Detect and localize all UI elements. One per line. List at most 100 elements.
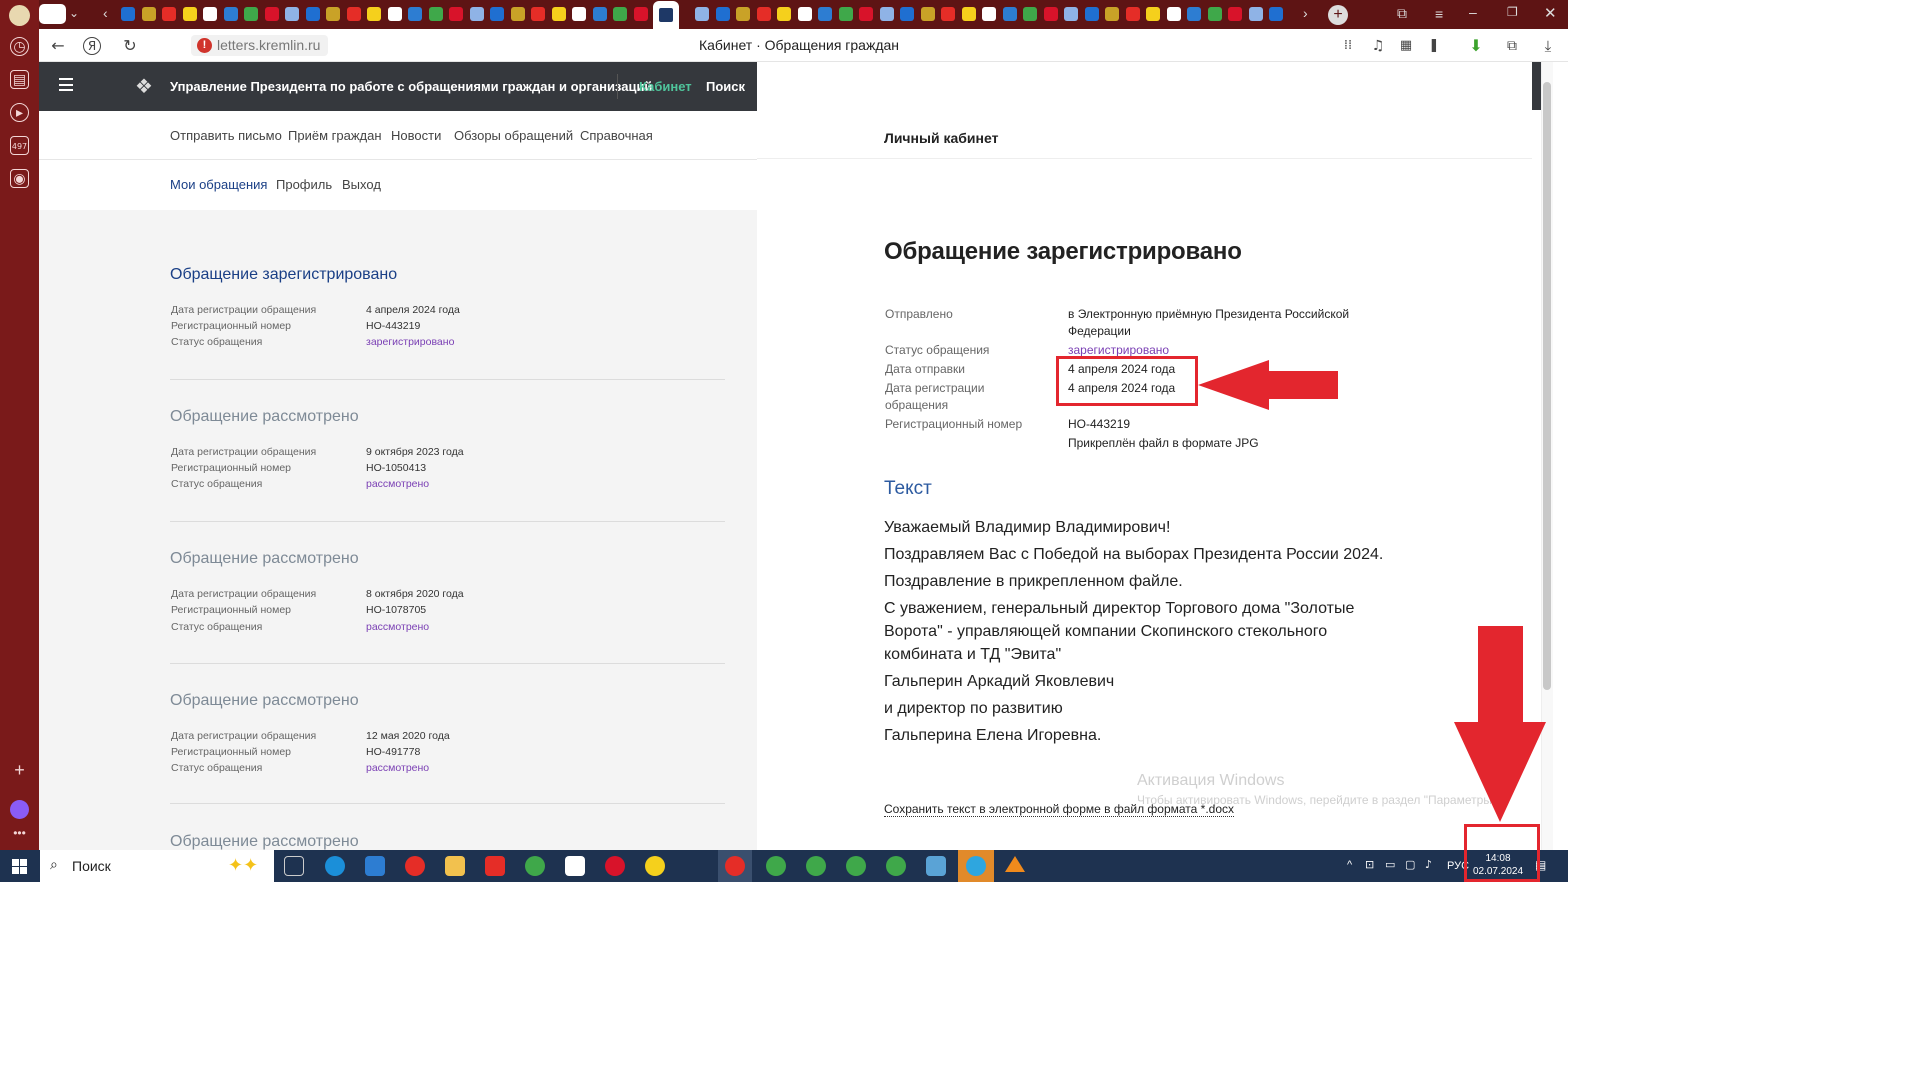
tab-favicon-icon[interactable] bbox=[715, 7, 730, 21]
subnav-profile[interactable]: Профиль bbox=[276, 160, 332, 210]
tab-favicon-icon[interactable] bbox=[387, 7, 402, 21]
reload-icon[interactable]: ↻ bbox=[119, 35, 141, 57]
nav-search[interactable]: Поиск bbox=[706, 62, 745, 111]
menu-icon[interactable]: ≡ bbox=[1435, 6, 1443, 22]
more-icon[interactable]: ••• bbox=[10, 826, 29, 840]
attachment-note[interactable]: Прикреплён файл в формате JPG bbox=[1068, 435, 1259, 452]
chevron-down-icon[interactable]: ⌄ bbox=[69, 6, 79, 20]
appeal-item[interactable]: Обращение рассмотрено Дата регистрации о… bbox=[170, 549, 725, 664]
collections-icon[interactable]: ▤ bbox=[10, 70, 29, 89]
tab-favicon-icon[interactable] bbox=[1002, 7, 1017, 21]
restore-icon[interactable]: ❐ bbox=[1507, 5, 1518, 19]
tab-favicon-icon[interactable] bbox=[223, 7, 238, 21]
new-tab-button[interactable]: + bbox=[1328, 5, 1348, 25]
tab-favicon-icon[interactable] bbox=[736, 7, 750, 21]
tab-favicon-icon[interactable] bbox=[756, 7, 771, 21]
tab-favicon-icon[interactable] bbox=[182, 7, 197, 21]
appeal-item[interactable]: Обращение рассмотрено Дата регистрации о… bbox=[170, 407, 725, 522]
tab-favicon-icon[interactable] bbox=[1187, 7, 1201, 21]
tab-favicon-icon[interactable] bbox=[264, 7, 279, 21]
tab-favicon-icon[interactable] bbox=[572, 7, 586, 21]
screenshot-icon[interactable]: ◉ bbox=[10, 169, 29, 188]
downloads-icon[interactable]: ⤓ bbox=[1537, 35, 1559, 57]
yandex-browser-icon[interactable] bbox=[405, 856, 425, 876]
taskbar-search[interactable]: ⌕ Поиск ✦✦ bbox=[40, 850, 274, 882]
tab-favicon-icon[interactable] bbox=[900, 7, 914, 21]
scrollbar-thumb[interactable] bbox=[1543, 82, 1551, 690]
tab-favicon-icon[interactable] bbox=[1105, 7, 1119, 21]
subnav-send-letter[interactable]: Отправить письмо bbox=[170, 111, 282, 160]
active-taskbar-app[interactable] bbox=[958, 850, 994, 882]
tab-favicon-icon[interactable] bbox=[510, 7, 525, 21]
tab-favicon-icon[interactable] bbox=[1248, 7, 1263, 21]
tab-favicon-icon[interactable] bbox=[1125, 7, 1140, 21]
subnav-logout[interactable]: Выход bbox=[342, 160, 381, 210]
app-window-icon[interactable] bbox=[926, 856, 946, 876]
tab-favicon-icon[interactable] bbox=[367, 7, 381, 21]
tab-favicon-icon[interactable] bbox=[244, 7, 258, 21]
tab-favicon-icon[interactable] bbox=[1269, 7, 1283, 21]
site-name[interactable]: Управление Президента по работе с обраще… bbox=[170, 62, 652, 111]
tab-favicon-icon[interactable] bbox=[695, 7, 709, 21]
tab-favicon-icon[interactable] bbox=[777, 7, 791, 21]
tab-favicon-icon[interactable] bbox=[633, 7, 648, 21]
tab-favicon-icon[interactable] bbox=[961, 7, 976, 21]
tab-favicon-icon[interactable] bbox=[305, 7, 320, 21]
tab-manager-icon[interactable]: ⧉ bbox=[1397, 6, 1407, 22]
tab-favicon-icon[interactable] bbox=[592, 7, 607, 21]
yandex-icon[interactable] bbox=[485, 856, 505, 876]
profile-avatar[interactable] bbox=[9, 5, 30, 26]
subnav-my-appeals[interactable]: Мои обращения bbox=[170, 160, 267, 210]
store-icon[interactable] bbox=[365, 856, 385, 876]
back-icon[interactable]: ← bbox=[47, 35, 69, 57]
bookmarks-list-icon[interactable]: ▦ bbox=[1395, 35, 1417, 57]
appeal-item[interactable]: Обращение зарегистрировано Дата регистра… bbox=[170, 265, 725, 380]
tab-favicon-icon[interactable] bbox=[879, 7, 894, 21]
appeal-item[interactable]: Обращение рассмотрено Дата регистрации о… bbox=[170, 691, 725, 804]
tab-favicon-icon[interactable] bbox=[428, 7, 443, 21]
active-tab[interactable] bbox=[653, 1, 679, 29]
tab-favicon-icon[interactable] bbox=[203, 7, 217, 21]
history-icon[interactable]: ◷ bbox=[10, 37, 29, 56]
coat-of-arms-icon[interactable]: ❖ bbox=[131, 73, 157, 99]
chrome-icon[interactable] bbox=[525, 856, 545, 876]
alice-assistant-icon[interactable] bbox=[10, 800, 29, 819]
tab-favicon-icon[interactable] bbox=[982, 7, 996, 21]
close-icon[interactable]: ✕ bbox=[1544, 4, 1557, 22]
vlc-icon[interactable] bbox=[1005, 856, 1025, 872]
network-icon[interactable]: ⊡ bbox=[1365, 858, 1374, 871]
minimize-icon[interactable]: – bbox=[1469, 4, 1477, 20]
bookmark-icon[interactable]: ❚ bbox=[1423, 35, 1445, 57]
tab-favicon-icon[interactable] bbox=[141, 7, 156, 21]
tab-favicon-icon[interactable] bbox=[797, 7, 812, 21]
subnav-reference[interactable]: Справочная bbox=[580, 111, 653, 160]
appeal-title[interactable]: Обращение рассмотрено bbox=[170, 691, 725, 711]
subnav-reception[interactable]: Приём граждан bbox=[288, 111, 382, 160]
headphones-icon[interactable]: ♫ bbox=[1367, 35, 1389, 57]
tab-favicon-icon[interactable] bbox=[551, 7, 566, 21]
active-taskbar-app[interactable] bbox=[718, 850, 752, 882]
hamburger-menu-icon[interactable] bbox=[59, 78, 73, 91]
tab-favicon-icon[interactable] bbox=[346, 7, 361, 21]
tab-favicon-icon[interactable] bbox=[1166, 7, 1181, 21]
chevron-left-icon[interactable]: ‹ bbox=[103, 5, 108, 21]
tab-favicon-icon[interactable] bbox=[408, 7, 422, 21]
display-icon[interactable]: ▢ bbox=[1405, 858, 1415, 871]
tab-favicon-icon[interactable] bbox=[162, 7, 176, 21]
tab-favicon-icon[interactable] bbox=[838, 7, 853, 21]
tab-favicon-icon[interactable] bbox=[920, 7, 935, 21]
document-icon[interactable] bbox=[565, 856, 585, 876]
tab-favicon-icon[interactable] bbox=[1023, 7, 1037, 21]
opera-icon[interactable] bbox=[605, 856, 625, 876]
notifications-badge[interactable]: 497 bbox=[10, 136, 29, 155]
tab-favicon-icon[interactable] bbox=[326, 7, 340, 21]
appeal-item[interactable]: Обращение рассмотрено bbox=[170, 832, 725, 850]
edge-icon[interactable] bbox=[325, 856, 345, 876]
tab-favicon-icon[interactable] bbox=[490, 7, 504, 21]
chevron-up-icon[interactable]: ^ bbox=[1347, 859, 1352, 871]
explorer-icon[interactable] bbox=[445, 856, 465, 876]
reader-icon[interactable]: ⁞⁞ bbox=[1337, 35, 1359, 57]
add-panel-icon[interactable]: + bbox=[10, 760, 29, 781]
security-warning-icon[interactable]: ! bbox=[197, 38, 212, 53]
tab-favicon-icon[interactable] bbox=[859, 7, 873, 21]
